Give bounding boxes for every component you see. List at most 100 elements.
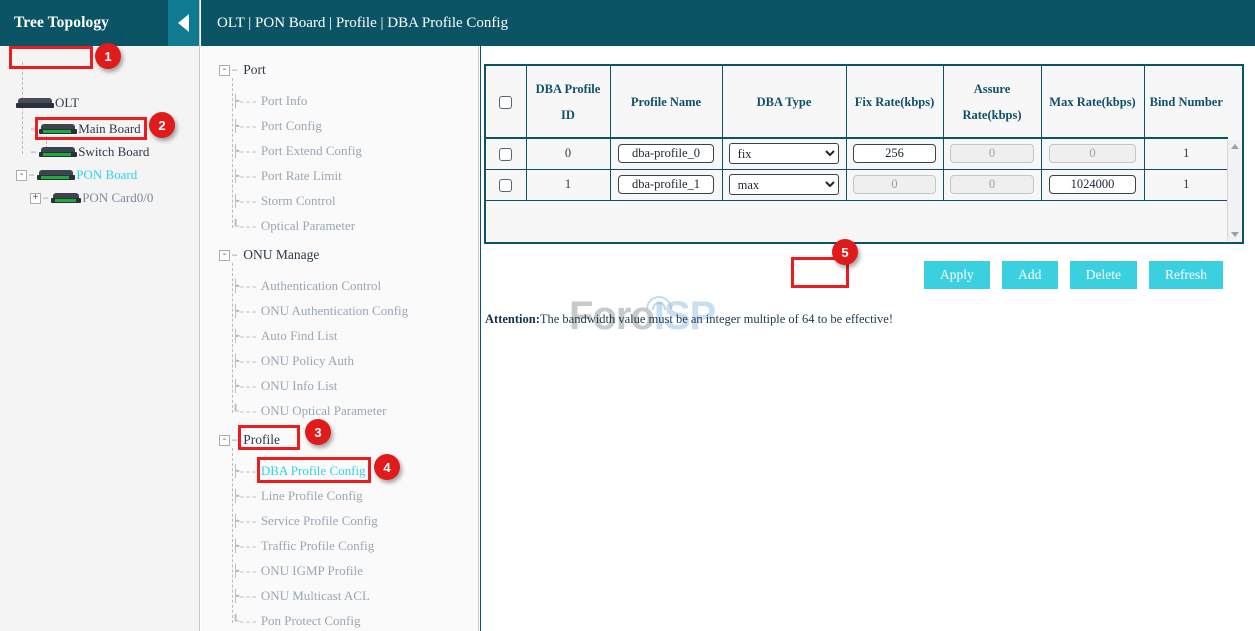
menu-item-service-profile-config[interactable]: ┝--- Service Profile Config <box>232 513 378 529</box>
column-max-rate: Max Rate(kbps) <box>1041 66 1144 138</box>
tree-node-olt[interactable]: OLT <box>16 94 79 112</box>
cell-profile-name <box>610 169 722 200</box>
menu-item-port-config[interactable]: ┝--- Port Config <box>232 118 322 134</box>
menu-connector: ┝--- <box>232 144 257 159</box>
apply-button[interactable]: Apply <box>924 261 990 289</box>
breadcrumb: OLT | PON Board | Profile | DBA Profile … <box>217 15 508 32</box>
menu-item-storm-control[interactable]: ┝--- Storm Control <box>232 193 336 209</box>
tree-dash: – <box>231 433 238 447</box>
tree-node-pon-card[interactable]: + – PON Card0/0 <box>30 189 153 207</box>
assure-rate-line2: Rate(kbps) <box>946 102 1039 128</box>
olt-management-page: Tree Topology OLT – Main B <box>0 0 1255 631</box>
menu-item-label: Authentication Control <box>261 278 381 294</box>
tree-node-label: PON Card0/0 <box>82 190 153 206</box>
menu-group-label: ONU Manage <box>243 247 319 263</box>
column-dba-type: DBA Type <box>722 66 846 138</box>
scroll-down-icon[interactable] <box>1231 232 1239 237</box>
menu-item-authentication-control[interactable]: ┝--- Authentication Control <box>232 278 381 294</box>
row-checkbox[interactable] <box>499 179 512 192</box>
collapse-sidebar-button[interactable] <box>168 0 199 46</box>
dba-type-select[interactable]: max <box>729 174 840 195</box>
dba-profile-config-content: DBA Profile ID Profile Name DBA Type Fix… <box>480 46 1255 631</box>
menu-toggle-onu-manage[interactable]: - <box>219 250 230 261</box>
dba-profile-table-container: DBA Profile ID Profile Name DBA Type Fix… <box>484 64 1244 244</box>
menu-connector: ┝--- <box>232 94 257 109</box>
max-rate-input[interactable] <box>1049 175 1137 194</box>
menu-connector: ┝--- <box>232 329 257 344</box>
navigation-menu-panel: - – Port ┝--- Port Info ┝--- Port Config… <box>201 46 479 631</box>
add-button[interactable]: Add <box>1002 261 1058 289</box>
menu-item-onu-authentication-config[interactable]: ┝--- ONU Authentication Config <box>232 303 408 319</box>
annotation-badge-4: 4 <box>374 454 400 480</box>
menu-toggle-port[interactable]: - <box>219 65 230 76</box>
cell-assure-rate <box>943 169 1041 200</box>
menu-item-onu-optical-parameter[interactable]: ┖--- ONU Optical Parameter <box>232 403 386 419</box>
tree-topology-header: Tree Topology <box>0 0 199 46</box>
device-board-icon <box>39 146 77 159</box>
menu-item-dba-profile-config[interactable]: ┝--- DBA Profile Config <box>232 463 366 479</box>
tree-node-switch-board[interactable]: – Switch Board <box>30 143 149 161</box>
menu-item-auto-find-list[interactable]: ┝--- Auto Find List <box>232 328 337 344</box>
menu-item-label: ONU IGMP Profile <box>261 563 363 579</box>
menu-connector: ┝--- <box>232 354 257 369</box>
fix-rate-input[interactable] <box>853 144 936 163</box>
menu-connector: ┝--- <box>232 379 257 394</box>
select-all-checkbox[interactable] <box>499 96 512 109</box>
menu-connector: ┝--- <box>232 589 257 604</box>
scroll-up-icon[interactable] <box>1231 144 1239 149</box>
wifi-arc-outer-icon <box>646 296 672 309</box>
row-checkbox[interactable] <box>499 148 512 161</box>
menu-toggle-profile[interactable]: - <box>219 435 230 446</box>
tree-node-main-board[interactable]: – Main Board <box>30 120 141 138</box>
menu-item-port-rate-limit[interactable]: ┝--- Port Rate Limit <box>232 168 342 184</box>
tree-dash: – <box>231 248 238 262</box>
tree-node-pon-board[interactable]: - – PON Board <box>16 166 137 184</box>
column-assure-rate: Assure Rate(kbps) <box>943 66 1041 138</box>
menu-group-onu-manage[interactable]: - – ONU Manage <box>219 247 319 263</box>
tree-toggle-expand[interactable]: + <box>30 193 41 204</box>
menu-item-line-profile-config[interactable]: ┝--- Line Profile Config <box>232 488 363 504</box>
menu-item-label: Port Rate Limit <box>261 168 342 184</box>
tree-topology-title: Tree Topology <box>14 14 109 32</box>
tree-toggle-collapse[interactable]: - <box>16 170 27 181</box>
annotation-badge-2: 2 <box>149 112 175 138</box>
refresh-button[interactable]: Refresh <box>1149 261 1223 289</box>
menu-item-onu-info-list[interactable]: ┝--- ONU Info List <box>232 378 337 394</box>
delete-button[interactable]: Delete <box>1070 261 1137 289</box>
dba-type-select[interactable]: fix <box>729 143 840 164</box>
column-bind-number: Bind Number <box>1144 66 1228 138</box>
menu-group-label: Port <box>243 62 266 78</box>
menu-item-onu-igmp-profile[interactable]: ┝--- ONU IGMP Profile <box>232 563 363 579</box>
table-vertical-scrollbar[interactable] <box>1227 140 1241 241</box>
menu-group-profile[interactable]: - – Profile <box>219 432 280 448</box>
dba-profile-table: DBA Profile ID Profile Name DBA Type Fix… <box>486 66 1228 201</box>
row-select-cell <box>486 138 526 169</box>
menu-item-label: Traffic Profile Config <box>261 538 374 554</box>
menu-connector: ┝--- <box>232 489 257 504</box>
menu-item-port-info[interactable]: ┝--- Port Info <box>232 93 307 109</box>
column-fix-rate: Fix Rate(kbps) <box>846 66 943 138</box>
menu-item-optical-parameter[interactable]: ┖--- Optical Parameter <box>232 218 355 234</box>
menu-group-port[interactable]: - – Port <box>219 62 266 78</box>
tree-dash: – <box>30 122 37 136</box>
menu-item-label: Line Profile Config <box>261 488 363 504</box>
cell-profile-id: 1 <box>526 169 610 200</box>
action-button-row: Apply Add Delete Refresh <box>481 261 1241 289</box>
tree-dash: – <box>42 191 49 205</box>
device-board-icon <box>39 123 77 136</box>
menu-connector: ┝--- <box>232 169 257 184</box>
cell-profile-name <box>610 138 722 169</box>
menu-item-onu-policy-auth[interactable]: ┝--- ONU Policy Auth <box>232 353 354 369</box>
cell-dba-type: max <box>722 169 846 200</box>
profile-name-input[interactable] <box>618 144 713 163</box>
tree-node-label: PON Board <box>76 167 137 183</box>
menu-item-pon-protect-config[interactable]: ┖--- Pon Protect Config <box>232 613 361 629</box>
cell-fix-rate <box>846 138 943 169</box>
profile-name-input[interactable] <box>618 175 713 194</box>
assure-rate-input <box>950 144 1033 163</box>
menu-item-traffic-profile-config[interactable]: ┝--- Traffic Profile Config <box>232 538 374 554</box>
menu-item-port-extend-config[interactable]: ┝--- Port Extend Config <box>232 143 362 159</box>
annotation-badge-5: 5 <box>832 239 858 265</box>
cell-bind-number: 1 <box>1144 138 1228 169</box>
menu-item-onu-multicast-acl[interactable]: ┝--- ONU Multicast ACL <box>232 588 370 604</box>
